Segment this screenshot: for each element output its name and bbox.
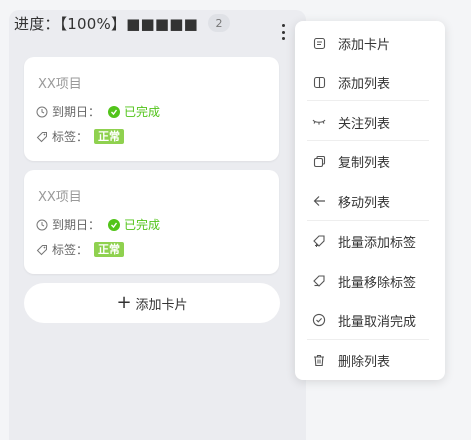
menu-item-copy-list[interactable]: 复制列表: [295, 143, 445, 179]
clock-icon: [36, 106, 48, 117]
menu-item-move-list[interactable]: 移动列表: [295, 183, 445, 219]
eye-closed-icon: [312, 115, 326, 129]
add-card-label: 添加卡片: [135, 297, 188, 313]
card-title: XX项目: [38, 190, 82, 205]
tag-add-icon: [312, 234, 326, 248]
menu-item-label: 关注列表: [338, 116, 391, 132]
menu-item-follow-list[interactable]: 关注列表: [295, 104, 445, 140]
tag-badge: 正常: [94, 242, 125, 257]
due-date-label: 到期日：: [52, 218, 101, 232]
check-circle-icon: [108, 218, 121, 231]
menu-item-label: 批量取消完成: [338, 314, 417, 330]
column-header: 进度：【100%】■■■■■ 2: [14, 12, 284, 34]
tag-badge: 正常: [94, 129, 125, 144]
tag-icon: [36, 244, 47, 255]
menu-divider: [307, 339, 429, 340]
tag-row: 标签： 正常: [36, 241, 125, 258]
menu-item-delete-list[interactable]: 删除列表: [295, 342, 445, 378]
card[interactable]: XX项目 到期日： 已完成 标签： 正常: [24, 170, 279, 274]
status-completed: 已完成: [108, 216, 160, 233]
clock-icon: [36, 219, 48, 230]
plus-icon: +: [116, 292, 132, 313]
menu-item-label: 添加卡片: [338, 37, 391, 53]
trash-icon: [312, 353, 326, 367]
more-menu-button[interactable]: [277, 22, 289, 42]
menu-item-label: 批量添加标签: [338, 235, 417, 251]
menu-item-label: 批量移除标签: [338, 275, 417, 291]
card-icon: [312, 36, 326, 50]
list-context-menu: 添加卡片 添加列表 关注列表 复制列表 移动列表 批量添加标签 批量移除标签 批…: [295, 21, 445, 380]
columns-icon: [312, 75, 326, 89]
check-circle-icon: [312, 313, 326, 327]
tag-remove-icon: [312, 274, 326, 288]
card-title: XX项目: [38, 77, 82, 92]
copy-icon: [312, 154, 326, 168]
card[interactable]: XX项目 到期日： 已完成 标签： 正常: [24, 57, 279, 161]
status-completed: 已完成: [108, 103, 160, 120]
due-date-label: 到期日：: [52, 105, 101, 119]
menu-item-batch-uncomplete[interactable]: 批量取消完成: [295, 302, 445, 338]
menu-item-add-card[interactable]: 添加卡片: [295, 25, 445, 61]
menu-item-label: 移动列表: [338, 195, 391, 211]
arrow-left-icon: [312, 194, 326, 208]
menu-item-batch-add-tag[interactable]: 批量添加标签: [295, 223, 445, 259]
menu-divider: [307, 140, 429, 141]
menu-item-label: 添加列表: [338, 76, 391, 92]
add-card-button[interactable]: + 添加卡片: [24, 283, 280, 323]
column-title[interactable]: 进度：【100%】■■■■■: [14, 13, 198, 34]
status-text: 已完成: [124, 105, 161, 119]
check-circle-icon: [108, 105, 121, 118]
tag-label: 标签：: [52, 243, 89, 257]
menu-item-batch-remove-tag[interactable]: 批量移除标签: [295, 263, 445, 299]
card-count-badge: 2: [208, 14, 231, 32]
status-text: 已完成: [124, 218, 161, 232]
tag-row: 标签： 正常: [36, 128, 125, 145]
due-date-row: 到期日： 已完成: [36, 103, 160, 120]
due-date-row: 到期日： 已完成: [36, 216, 160, 233]
tag-label: 标签：: [52, 130, 89, 144]
menu-item-add-list[interactable]: 添加列表: [295, 64, 445, 100]
menu-divider: [307, 220, 429, 221]
tag-icon: [36, 131, 47, 142]
menu-item-label: 复制列表: [338, 155, 391, 171]
menu-divider: [307, 100, 429, 101]
menu-item-label: 删除列表: [338, 354, 391, 370]
